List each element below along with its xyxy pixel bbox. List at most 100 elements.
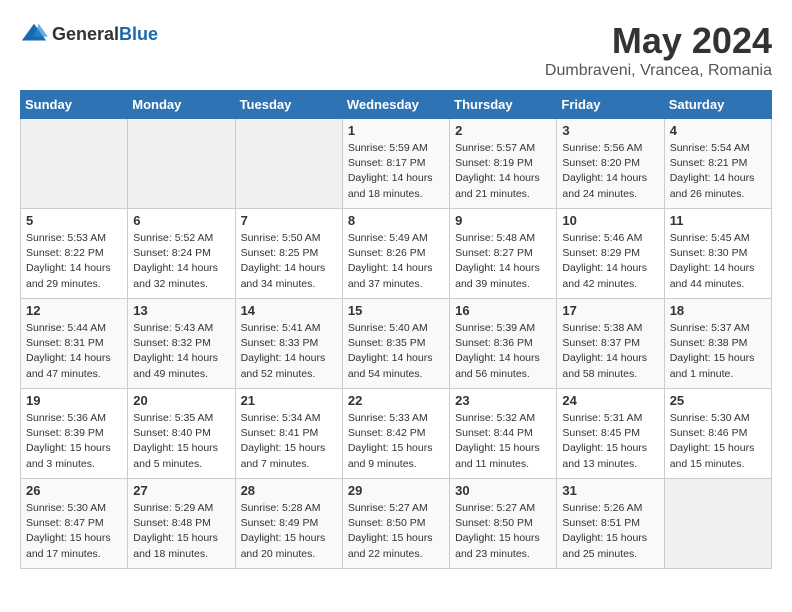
day-info: Sunrise: 5:54 AMSunset: 8:21 PMDaylight:… — [670, 141, 766, 202]
calendar-cell: 4 Sunrise: 5:54 AMSunset: 8:21 PMDaylight… — [664, 119, 771, 209]
day-number: 8 — [348, 213, 444, 228]
title-block: May 2024 Dumbraveni, Vrancea, Romania — [545, 20, 772, 80]
logo-general: General — [52, 24, 119, 44]
weekday-header-tuesday: Tuesday — [235, 91, 342, 119]
day-info: Sunrise: 5:56 AMSunset: 8:20 PMDaylight:… — [562, 141, 658, 202]
day-number: 22 — [348, 393, 444, 408]
day-info: Sunrise: 5:44 AMSunset: 8:31 PMDaylight:… — [26, 321, 122, 382]
calendar-cell: 2 Sunrise: 5:57 AMSunset: 8:19 PMDaylight… — [450, 119, 557, 209]
weekday-header-row: SundayMondayTuesdayWednesdayThursdayFrid… — [21, 91, 772, 119]
calendar-table: SundayMondayTuesdayWednesdayThursdayFrid… — [20, 90, 772, 569]
calendar-cell: 17 Sunrise: 5:38 AMSunset: 8:37 PMDayligh… — [557, 299, 664, 389]
calendar-cell: 7 Sunrise: 5:50 AMSunset: 8:25 PMDaylight… — [235, 209, 342, 299]
day-info: Sunrise: 5:39 AMSunset: 8:36 PMDaylight:… — [455, 321, 551, 382]
day-number: 10 — [562, 213, 658, 228]
calendar-week-row: 5Sunrise: 5:53 AMSunset: 8:22 PMDaylight… — [21, 209, 772, 299]
day-number: 30 — [455, 483, 551, 498]
day-info: Sunrise: 5:31 AMSunset: 8:45 PMDaylight:… — [562, 411, 658, 472]
calendar-cell — [235, 119, 342, 209]
day-number: 5 — [26, 213, 122, 228]
calendar-cell: 15 Sunrise: 5:40 AMSunset: 8:35 PMDayligh… — [342, 299, 449, 389]
day-number: 16 — [455, 303, 551, 318]
calendar-cell: 27 Sunrise: 5:29 AMSunset: 8:48 PMDayligh… — [128, 479, 235, 569]
day-info: Sunrise: 5:27 AMSunset: 8:50 PMDaylight:… — [348, 501, 444, 562]
logo-blue: Blue — [119, 24, 158, 44]
calendar-cell — [664, 479, 771, 569]
day-number: 27 — [133, 483, 229, 498]
calendar-cell: 13 Sunrise: 5:43 AMSunset: 8:32 PMDayligh… — [128, 299, 235, 389]
calendar-cell: 30 Sunrise: 5:27 AMSunset: 8:50 PMDayligh… — [450, 479, 557, 569]
day-info: Sunrise: 5:26 AMSunset: 8:51 PMDaylight:… — [562, 501, 658, 562]
day-info: Sunrise: 5:27 AMSunset: 8:50 PMDaylight:… — [455, 501, 551, 562]
month-title: May 2024 — [545, 20, 772, 62]
day-number: 3 — [562, 123, 658, 138]
calendar-cell: 12Sunrise: 5:44 AMSunset: 8:31 PMDayligh… — [21, 299, 128, 389]
location-subtitle: Dumbraveni, Vrancea, Romania — [545, 62, 772, 80]
day-number: 25 — [670, 393, 766, 408]
calendar-cell: 5Sunrise: 5:53 AMSunset: 8:22 PMDaylight… — [21, 209, 128, 299]
calendar-week-row: 1 Sunrise: 5:59 AMSunset: 8:17 PMDaylight… — [21, 119, 772, 209]
calendar-cell: 3 Sunrise: 5:56 AMSunset: 8:20 PMDaylight… — [557, 119, 664, 209]
day-info: Sunrise: 5:59 AMSunset: 8:17 PMDaylight:… — [348, 141, 444, 202]
day-info: Sunrise: 5:57 AMSunset: 8:19 PMDaylight:… — [455, 141, 551, 202]
calendar-cell: 19 Sunrise: 5:36 AMSunset: 8:39 PMDayligh… — [21, 389, 128, 479]
calendar-cell — [128, 119, 235, 209]
day-number: 23 — [455, 393, 551, 408]
day-info: Sunrise: 5:38 AMSunset: 8:37 PMDaylight:… — [562, 321, 658, 382]
day-info: Sunrise: 5:34 AMSunset: 8:41 PMDaylight:… — [241, 411, 337, 472]
calendar-cell: 29 Sunrise: 5:27 AMSunset: 8:50 PMDayligh… — [342, 479, 449, 569]
logo: GeneralBlue — [20, 20, 158, 48]
calendar-cell: 1 Sunrise: 5:59 AMSunset: 8:17 PMDaylight… — [342, 119, 449, 209]
calendar-cell: 31 Sunrise: 5:26 AMSunset: 8:51 PMDayligh… — [557, 479, 664, 569]
calendar-cell: 6 Sunrise: 5:52 AMSunset: 8:24 PMDaylight… — [128, 209, 235, 299]
calendar-cell: 11 Sunrise: 5:45 AMSunset: 8:30 PMDayligh… — [664, 209, 771, 299]
day-number: 9 — [455, 213, 551, 228]
weekday-header-saturday: Saturday — [664, 91, 771, 119]
day-info: Sunrise: 5:43 AMSunset: 8:32 PMDaylight:… — [133, 321, 229, 382]
day-number: 2 — [455, 123, 551, 138]
day-info: Sunrise: 5:48 AMSunset: 8:27 PMDaylight:… — [455, 231, 551, 292]
day-info: Sunrise: 5:29 AMSunset: 8:48 PMDaylight:… — [133, 501, 229, 562]
calendar-cell: 16 Sunrise: 5:39 AMSunset: 8:36 PMDayligh… — [450, 299, 557, 389]
day-number: 4 — [670, 123, 766, 138]
weekday-header-wednesday: Wednesday — [342, 91, 449, 119]
day-number: 6 — [133, 213, 229, 228]
day-number: 7 — [241, 213, 337, 228]
day-info: Sunrise: 5:49 AMSunset: 8:26 PMDaylight:… — [348, 231, 444, 292]
calendar-cell: 28Sunrise: 5:28 AMSunset: 8:49 PMDayligh… — [235, 479, 342, 569]
day-info: Sunrise: 5:50 AMSunset: 8:25 PMDaylight:… — [241, 231, 337, 292]
day-info: Sunrise: 5:36 AMSunset: 8:39 PMDaylight:… — [26, 411, 122, 472]
day-info: Sunrise: 5:35 AMSunset: 8:40 PMDaylight:… — [133, 411, 229, 472]
day-info: Sunrise: 5:30 AMSunset: 8:46 PMDaylight:… — [670, 411, 766, 472]
day-number: 29 — [348, 483, 444, 498]
day-number: 13 — [133, 303, 229, 318]
calendar-cell: 25 Sunrise: 5:30 AMSunset: 8:46 PMDayligh… — [664, 389, 771, 479]
day-number: 15 — [348, 303, 444, 318]
calendar-cell: 8 Sunrise: 5:49 AMSunset: 8:26 PMDaylight… — [342, 209, 449, 299]
calendar-cell: 20 Sunrise: 5:35 AMSunset: 8:40 PMDayligh… — [128, 389, 235, 479]
weekday-header-monday: Monday — [128, 91, 235, 119]
day-number: 1 — [348, 123, 444, 138]
calendar-cell: 23 Sunrise: 5:32 AMSunset: 8:44 PMDayligh… — [450, 389, 557, 479]
calendar-cell: 18Sunrise: 5:37 AMSunset: 8:38 PMDayligh… — [664, 299, 771, 389]
day-number: 20 — [133, 393, 229, 408]
calendar-cell: 14Sunrise: 5:41 AMSunset: 8:33 PMDayligh… — [235, 299, 342, 389]
weekday-header-sunday: Sunday — [21, 91, 128, 119]
day-info: Sunrise: 5:52 AMSunset: 8:24 PMDaylight:… — [133, 231, 229, 292]
day-number: 24 — [562, 393, 658, 408]
calendar-week-row: 12Sunrise: 5:44 AMSunset: 8:31 PMDayligh… — [21, 299, 772, 389]
day-number: 11 — [670, 213, 766, 228]
calendar-cell — [21, 119, 128, 209]
weekday-header-friday: Friday — [557, 91, 664, 119]
day-number: 31 — [562, 483, 658, 498]
day-info: Sunrise: 5:45 AMSunset: 8:30 PMDaylight:… — [670, 231, 766, 292]
calendar-cell: 24 Sunrise: 5:31 AMSunset: 8:45 PMDayligh… — [557, 389, 664, 479]
day-number: 19 — [26, 393, 122, 408]
day-info: Sunrise: 5:32 AMSunset: 8:44 PMDaylight:… — [455, 411, 551, 472]
day-info: Sunrise: 5:40 AMSunset: 8:35 PMDaylight:… — [348, 321, 444, 382]
day-number: 21 — [241, 393, 337, 408]
day-number: 18 — [670, 303, 766, 318]
day-number: 14 — [241, 303, 337, 318]
day-number: 17 — [562, 303, 658, 318]
day-info: Sunrise: 5:46 AMSunset: 8:29 PMDaylight:… — [562, 231, 658, 292]
